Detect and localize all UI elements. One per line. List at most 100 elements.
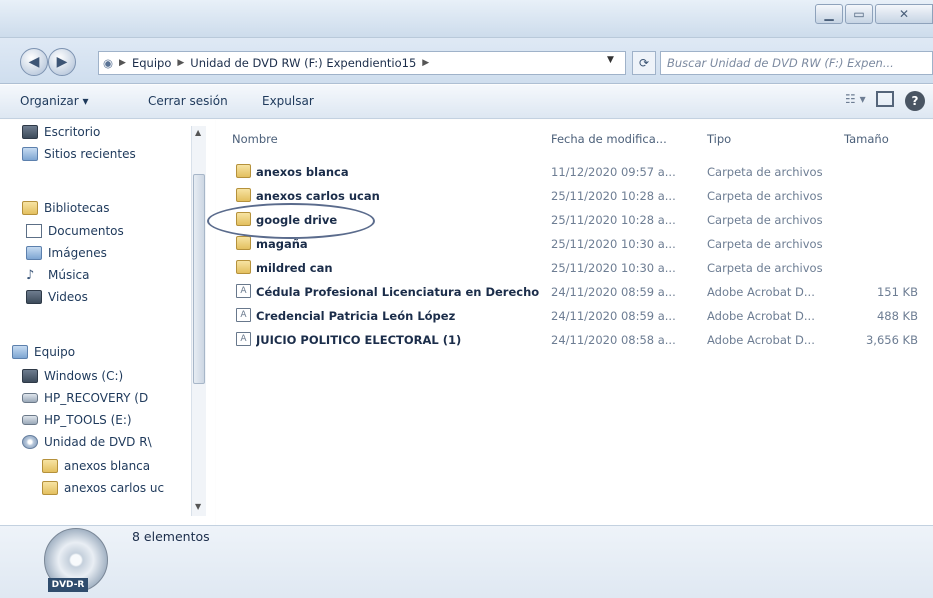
nav-item-computer[interactable]: Equipo <box>12 342 75 362</box>
nav-item-label: Música <box>48 268 90 282</box>
file-date: 25/11/2020 10:28 a... <box>551 189 676 203</box>
refresh-icon: ⟳ <box>638 56 650 70</box>
file-size: 488 KB <box>876 309 918 323</box>
drive-icon <box>22 393 38 403</box>
file-row[interactable]: mildred can 25/11/2020 10:30 a... Carpet… <box>236 258 933 279</box>
maximize-button[interactable]: ▭ <box>845 4 873 24</box>
folder-icon <box>236 236 251 250</box>
file-size: 3,656 KB <box>865 333 918 347</box>
file-name: JUICIO POLITICO ELECTORAL (1) <box>256 333 462 347</box>
file-date: 24/11/2020 08:58 a... <box>551 333 676 347</box>
pdf-icon: A <box>236 284 251 298</box>
file-date: 25/11/2020 10:28 a... <box>551 213 676 227</box>
file-row[interactable]: anexos carlos ucan 25/11/2020 10:28 a...… <box>236 186 933 207</box>
file-row[interactable]: A Cédula Profesional Licenciatura en Der… <box>236 282 933 303</box>
nav-item-documents[interactable]: Documentos <box>26 221 124 241</box>
address-dropdown-icon[interactable]: ▼ <box>607 55 614 65</box>
nav-item-drive-e[interactable]: HP_TOOLS (E:) <box>22 410 132 430</box>
videos-icon <box>26 290 42 304</box>
address-bar[interactable]: ◉ ▶ Equipo ▶ Unidad de DVD RW (F:) Expen… <box>98 51 626 75</box>
nav-item-label: anexos carlos uc <box>64 481 165 495</box>
file-row[interactable]: magaña 25/11/2020 10:30 a... Carpeta de … <box>236 234 933 255</box>
minimize-button[interactable]: ▁ <box>815 4 843 24</box>
change-view-icon[interactable]: ☷ ▾ <box>845 92 866 106</box>
back-button[interactable]: ◀ <box>20 48 48 76</box>
close-session-button[interactable]: Cerrar sesión <box>148 94 228 108</box>
nav-item-pictures[interactable]: Imágenes <box>26 243 107 263</box>
nav-item-libraries[interactable]: Bibliotecas <box>22 198 109 218</box>
pdf-icon: A <box>236 332 251 346</box>
column-headers: Nombre Fecha de modifica... Tipo Tamaño <box>216 120 933 152</box>
pdf-icon: A <box>236 308 251 322</box>
nav-item-folder[interactable]: anexos blanca <box>42 456 150 476</box>
nav-item-drive-d[interactable]: HP_RECOVERY (D <box>22 388 148 408</box>
nav-scrollbar[interactable]: ▲ ▼ <box>191 126 206 516</box>
close-button[interactable]: ✕ <box>875 4 933 24</box>
file-name: Credencial Patricia León López <box>256 309 456 323</box>
scroll-up-icon[interactable]: ▲ <box>195 128 201 137</box>
dvd-drive-icon: ◉ <box>103 56 114 70</box>
breadcrumb-equipo[interactable]: Equipo <box>128 56 175 70</box>
documents-icon <box>26 224 42 238</box>
pictures-icon <box>26 246 42 260</box>
dvd-drive-icon <box>22 435 38 449</box>
nav-item-label: Windows (C:) <box>44 369 124 383</box>
column-header-size[interactable]: Tamaño <box>844 132 889 146</box>
column-header-name[interactable]: Nombre <box>232 132 278 146</box>
file-size: 151 KB <box>876 285 918 299</box>
file-name: Cédula Profesional Licenciatura en Derec… <box>256 285 540 299</box>
highlight-ellipse <box>207 203 375 239</box>
chevron-right-icon: ▶ <box>422 58 430 68</box>
nav-item-label: Bibliotecas <box>44 201 110 215</box>
title-bar: ▁ ▭ ✕ <box>0 0 933 38</box>
preview-pane-icon[interactable] <box>876 91 894 107</box>
help-icon[interactable]: ? <box>905 91 925 111</box>
chevron-right-icon: ▶ <box>177 58 185 68</box>
file-type: Adobe Acrobat D... <box>707 309 815 323</box>
dvd-disc-label: DVD-R <box>48 578 88 592</box>
file-date: 24/11/2020 08:59 a... <box>551 309 676 323</box>
nav-item-recent[interactable]: Sitios recientes <box>22 144 136 164</box>
desktop-icon <box>22 125 38 139</box>
refresh-button[interactable]: ⟳ <box>632 51 656 75</box>
file-type: Carpeta de archivos <box>707 237 823 251</box>
computer-icon <box>12 345 28 359</box>
file-type: Carpeta de archivos <box>707 189 823 203</box>
nav-item-drive-c[interactable]: Windows (C:) <box>22 366 123 386</box>
file-name: mildred can <box>256 261 333 275</box>
nav-item-folder[interactable]: anexos carlos uc <box>42 478 164 498</box>
file-row[interactable]: A Credencial Patricia León López 24/11/2… <box>236 306 933 327</box>
file-list: Nombre Fecha de modifica... Tipo Tamaño … <box>216 120 933 525</box>
folder-icon <box>236 188 251 202</box>
nav-item-label: Unidad de DVD R\ <box>44 435 152 449</box>
search-input[interactable]: Buscar Unidad de DVD RW (F:) Expen... <box>660 51 933 75</box>
nav-item-label: Imágenes <box>48 246 107 260</box>
nav-item-label: Sitios recientes <box>44 147 136 161</box>
navigation-pane: Escritorio Sitios recientes Bibliotecas … <box>0 120 215 525</box>
file-row[interactable]: anexos blanca 11/12/2020 09:57 a... Carp… <box>236 162 933 183</box>
file-name: anexos blanca <box>256 165 349 179</box>
nav-item-desktop[interactable]: Escritorio <box>22 122 100 142</box>
nav-item-music[interactable]: ♪ Música <box>26 265 90 285</box>
folder-icon <box>42 459 58 473</box>
nav-item-dvd-drive[interactable]: Unidad de DVD R\ <box>22 432 152 452</box>
nav-item-label: HP_RECOVERY (D <box>44 391 149 405</box>
organize-button[interactable]: Organizar ▾ <box>20 94 89 108</box>
arrow-right-icon: ▶ <box>56 54 68 70</box>
column-header-date[interactable]: Fecha de modifica... <box>551 132 667 146</box>
file-type: Carpeta de archivos <box>707 165 823 179</box>
eject-button[interactable]: Expulsar <box>262 94 314 108</box>
drive-icon <box>22 369 38 383</box>
breadcrumb-dvd-folder[interactable]: Unidad de DVD RW (F:) Expendientio15 <box>186 56 420 70</box>
nav-item-videos[interactable]: Videos <box>26 287 88 307</box>
nav-item-label: Escritorio <box>44 125 101 139</box>
nav-scrollbar-thumb[interactable] <box>193 174 205 384</box>
details-pane: DVD-R 8 elementos <box>0 525 933 598</box>
file-row[interactable]: A JUICIO POLITICO ELECTORAL (1) 24/11/20… <box>236 330 933 351</box>
file-name: magaña <box>256 237 308 251</box>
column-header-type[interactable]: Tipo <box>707 132 731 146</box>
folder-icon <box>236 164 251 178</box>
scroll-down-icon[interactable]: ▼ <box>195 502 201 511</box>
forward-button[interactable]: ▶ <box>48 48 76 76</box>
drive-icon <box>22 415 38 425</box>
